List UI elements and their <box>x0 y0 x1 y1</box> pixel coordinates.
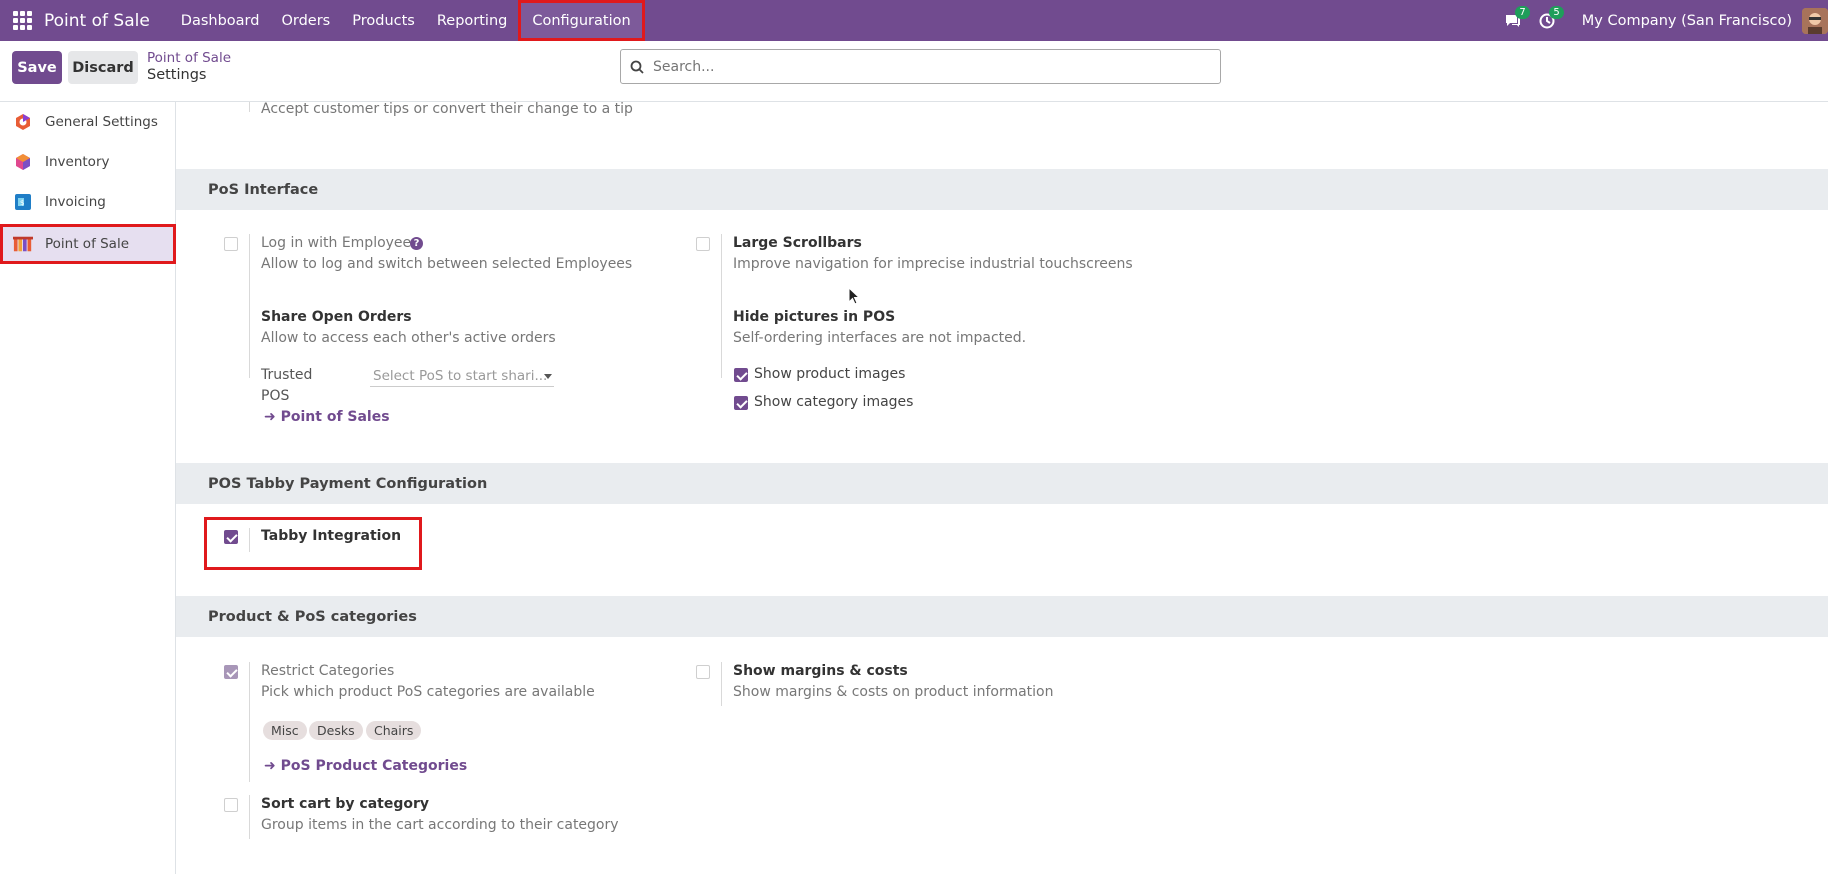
restrict-categories-description: Pick which product PoS categories are av… <box>261 684 595 700</box>
sidebar-item-label: Invoicing <box>45 194 106 210</box>
large-scrollbars-title: Large Scrollbars <box>733 235 862 251</box>
category-tag-chairs[interactable]: Chairs <box>366 721 422 740</box>
messages-count-badge: 7 <box>1515 6 1530 19</box>
svg-text:$: $ <box>20 199 24 207</box>
login-employees-title: Log in with Employees <box>261 235 419 251</box>
menu-orders[interactable]: Orders <box>270 0 341 41</box>
help-icon[interactable]: ? <box>410 237 423 250</box>
save-button[interactable]: Save <box>12 51 62 84</box>
menu-configuration[interactable]: Configuration <box>518 0 645 41</box>
show-margins-description: Show margins & costs on product informat… <box>733 684 1054 700</box>
inventory-icon <box>13 152 33 172</box>
section-header-pos-interface: PoS Interface <box>176 169 1828 210</box>
share-orders-title: Share Open Orders <box>261 309 412 325</box>
restrict-categories-checkbox[interactable] <box>224 665 238 679</box>
large-scrollbars-description: Improve navigation for imprecise industr… <box>733 256 1133 272</box>
apps-menu-icon[interactable] <box>0 0 44 41</box>
breadcrumb: Point of Sale Settings <box>147 50 231 84</box>
control-panel: Save Discard Point of Sale Settings <box>0 41 1828 102</box>
divider <box>249 102 250 112</box>
sidebar-item-inventory[interactable]: Inventory <box>0 142 176 182</box>
show-margins-checkbox[interactable] <box>696 665 710 679</box>
trusted-pos-label: Trusted <box>261 367 313 383</box>
sidebar-item-general-settings[interactable]: General Settings <box>0 102 176 142</box>
app-brand[interactable]: Point of Sale <box>44 11 150 31</box>
chevron-down-icon <box>544 374 552 379</box>
breadcrumb-parent[interactable]: Point of Sale <box>147 50 231 67</box>
divider <box>249 662 250 782</box>
login-employees-checkbox[interactable] <box>224 237 238 251</box>
activities-button[interactable]: 5 <box>1530 0 1564 41</box>
divider <box>249 528 250 552</box>
sort-cart-title: Sort cart by category <box>261 796 430 812</box>
breadcrumb-current: Settings <box>147 67 207 83</box>
show-category-images-label[interactable]: Show category images <box>754 394 913 410</box>
divider <box>249 795 250 839</box>
sort-cart-checkbox[interactable] <box>224 798 238 812</box>
trusted-pos-placeholder: Select PoS to start shari... <box>373 367 548 384</box>
divider <box>249 234 250 378</box>
category-tag-misc[interactable]: Misc <box>263 721 307 740</box>
mouse-cursor-icon <box>848 287 860 305</box>
tabby-integration-title: Tabby Integration <box>261 528 402 544</box>
arrow-right-icon: ➜ <box>264 758 281 774</box>
settings-sidebar: General Settings Inventory $ Invoicing P… <box>0 102 176 874</box>
arrow-right-icon: ➜ <box>264 409 281 425</box>
show-product-images-label[interactable]: Show product images <box>754 366 905 382</box>
show-category-images-checkbox[interactable] <box>734 396 748 410</box>
hide-pictures-title: Hide pictures in POS <box>733 309 896 325</box>
restrict-categories-title: Restrict Categories <box>261 663 395 679</box>
divider <box>721 234 722 378</box>
search-box[interactable] <box>620 49 1221 84</box>
top-navbar: Point of Sale Dashboard Orders Products … <box>0 0 1828 41</box>
invoicing-icon: $ <box>13 192 33 212</box>
trusted-pos-select[interactable]: Select PoS to start shari... <box>370 365 554 387</box>
menu-products[interactable]: Products <box>341 0 426 41</box>
discard-button[interactable]: Discard <box>68 51 138 84</box>
settings-content: Accept customer tips or convert their ch… <box>176 102 1828 874</box>
search-icon <box>621 60 653 74</box>
user-avatar[interactable] <box>1802 7 1828 34</box>
sidebar-item-label: Point of Sale <box>45 236 130 252</box>
activities-count-badge: 5 <box>1549 6 1564 19</box>
menu-dashboard[interactable]: Dashboard <box>170 0 271 41</box>
tabby-integration-checkbox[interactable] <box>224 530 238 544</box>
show-margins-title: Show margins & costs <box>733 663 908 679</box>
menu-reporting[interactable]: Reporting <box>426 0 519 41</box>
company-switcher[interactable]: My Company (San Francisco) <box>1582 13 1792 29</box>
sidebar-item-label: Inventory <box>45 154 110 170</box>
sidebar-item-point-of-sale[interactable]: Point of Sale <box>0 224 176 264</box>
section-header-tabby: POS Tabby Payment Configuration <box>176 463 1828 504</box>
divider <box>721 662 722 706</box>
messages-button[interactable]: 7 <box>1496 0 1530 41</box>
hide-pictures-description: Self-ordering interfaces are not impacte… <box>733 330 1027 346</box>
large-scrollbars-checkbox[interactable] <box>696 237 710 251</box>
point-of-sales-link[interactable]: ➜ Point of Sales <box>264 409 390 425</box>
category-tag-desks[interactable]: Desks <box>309 721 363 740</box>
sidebar-item-invoicing[interactable]: $ Invoicing <box>0 182 176 222</box>
login-employees-description: Allow to log and switch between selected… <box>261 256 633 272</box>
tips-description: Accept customer tips or convert their ch… <box>261 102 633 117</box>
pos-product-categories-link[interactable]: ➜ PoS Product Categories <box>264 758 467 774</box>
show-product-images-checkbox[interactable] <box>734 368 748 382</box>
general-settings-icon <box>13 112 33 132</box>
section-header-categories: Product & PoS categories <box>176 596 1828 637</box>
search-input[interactable] <box>653 51 1220 82</box>
sidebar-item-label: General Settings <box>45 114 158 130</box>
share-orders-description: Allow to access each other's active orde… <box>261 330 556 346</box>
point-of-sale-icon <box>13 234 33 254</box>
sort-cart-description: Group items in the cart according to the… <box>261 817 619 833</box>
trusted-pos-label-line2: POS <box>261 388 290 404</box>
